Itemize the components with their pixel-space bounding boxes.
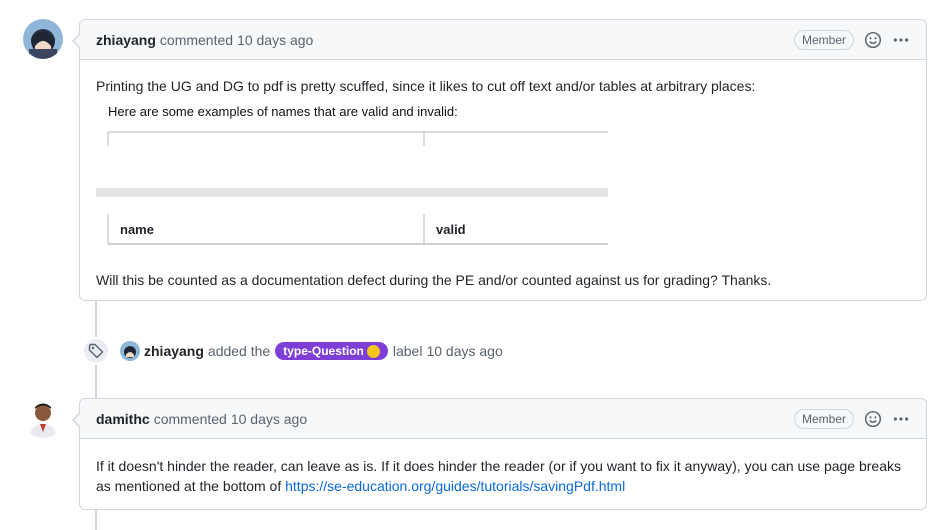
comment-body: If it doesn't hinder the reader, can lea… bbox=[80, 439, 926, 512]
event-actor[interactable]: zhiayang bbox=[144, 343, 204, 359]
comment-text: If it doesn't hinder the reader, can lea… bbox=[96, 456, 910, 496]
table-header-valid: valid bbox=[436, 222, 466, 237]
comment-box: zhiayang commented 10 days ago Member Pr… bbox=[72, 19, 927, 301]
smiley-icon[interactable] bbox=[864, 410, 882, 428]
comment-text: Will this be counted as a documentation … bbox=[96, 272, 772, 288]
comment-text: Printing the UG and DG to pdf is pretty … bbox=[96, 78, 756, 94]
kebab-horizontal-icon[interactable] bbox=[892, 31, 910, 49]
avatar-zhiayang-small[interactable] bbox=[120, 341, 140, 361]
label-text: type-Question bbox=[283, 344, 364, 358]
comment-box: damithc commented 10 days ago Member If … bbox=[72, 398, 927, 512]
comment-author[interactable]: damithc bbox=[96, 411, 150, 427]
kebab-horizontal-icon[interactable] bbox=[892, 410, 910, 428]
avatar-damithc[interactable] bbox=[23, 398, 63, 438]
comment-author[interactable]: zhiayang bbox=[96, 32, 156, 48]
label-type-question[interactable]: type-Question bbox=[275, 342, 388, 360]
event-timestamp[interactable]: 10 days ago bbox=[426, 343, 502, 359]
saving-pdf-link[interactable]: https://se-education.org/guides/tutorial… bbox=[285, 478, 625, 494]
table-header-name: name bbox=[120, 222, 154, 237]
comment-body: Printing the UG and DG to pdf is pretty … bbox=[80, 60, 926, 306]
event-suffix: label bbox=[392, 343, 423, 359]
comment-header: zhiayang commented 10 days ago Member bbox=[80, 20, 926, 60]
comment-timestamp[interactable]: 10 days ago bbox=[231, 411, 307, 427]
comment-meta: commented bbox=[159, 31, 234, 48]
embedded-screenshot[interactable]: Here are some examples of names that are… bbox=[96, 102, 616, 272]
comment-meta: commented bbox=[153, 410, 227, 427]
thinking-face-icon bbox=[366, 344, 380, 358]
timeline-event: zhiayang added the type-Question label 1… bbox=[82, 337, 503, 365]
comment-header: damithc commented 10 days ago Member bbox=[80, 399, 926, 439]
member-badge: Member bbox=[793, 29, 854, 50]
smiley-icon[interactable] bbox=[864, 31, 882, 49]
comment-timestamp[interactable]: 10 days ago bbox=[237, 32, 313, 48]
tag-icon bbox=[82, 337, 110, 365]
event-action: added the bbox=[207, 343, 271, 359]
member-badge: Member bbox=[793, 408, 854, 429]
broken-table-graphic bbox=[96, 131, 608, 245]
timeline-line bbox=[95, 510, 97, 530]
avatar-zhiayang[interactable] bbox=[23, 19, 63, 59]
